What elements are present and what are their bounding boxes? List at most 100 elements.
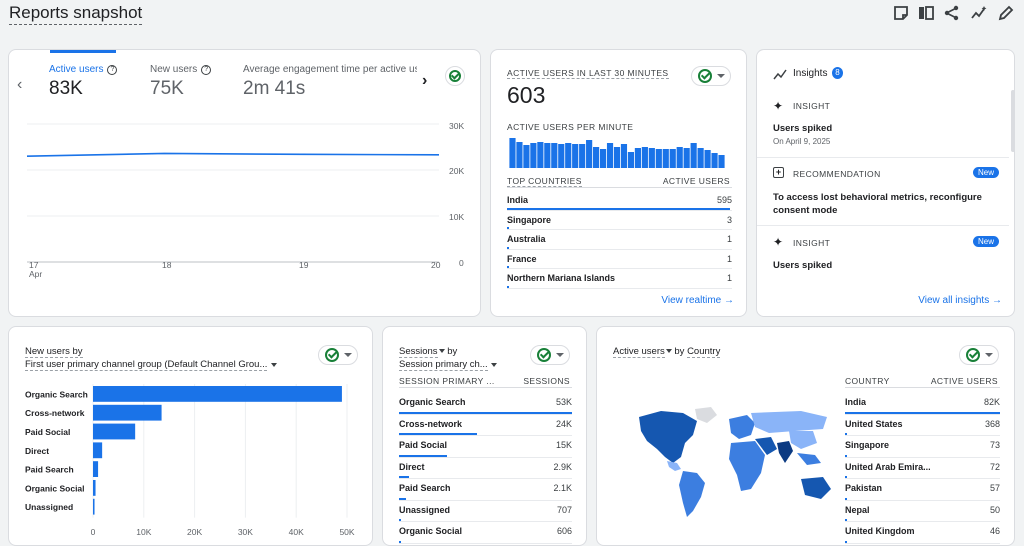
chevron-down-icon bbox=[490, 363, 497, 367]
map-southeast-asia bbox=[797, 453, 821, 465]
minute-bar bbox=[551, 143, 558, 168]
x-tick: 50K bbox=[339, 527, 354, 537]
x-tick: 40K bbox=[289, 527, 304, 537]
category-label: Paid Social bbox=[25, 427, 70, 437]
table-row[interactable]: Singapore 73 bbox=[845, 436, 1000, 458]
trend-icon bbox=[773, 67, 787, 80]
chevron-down-icon bbox=[555, 353, 564, 357]
divider bbox=[845, 387, 1000, 388]
row-value: 1 bbox=[726, 273, 732, 283]
view-all-insights-link[interactable]: View all insights → bbox=[918, 295, 1002, 306]
minute-bar bbox=[641, 147, 648, 168]
sparkle-icon: ✦ bbox=[773, 99, 784, 113]
channel-bar[interactable] bbox=[93, 498, 95, 515]
row-label: France bbox=[507, 253, 537, 264]
minute-bar bbox=[523, 145, 530, 168]
row-value: 15K bbox=[555, 440, 572, 450]
row-divider bbox=[845, 542, 1000, 544]
active-users-line bbox=[26, 152, 440, 157]
table-row[interactable]: Paid Social 15K bbox=[399, 436, 572, 458]
table-row[interactable]: France 1 bbox=[507, 250, 732, 269]
x-tick: 20K bbox=[187, 527, 202, 537]
metric-name[interactable]: Sessions bbox=[399, 346, 438, 358]
table-row[interactable]: Paid Search 2.1K bbox=[399, 479, 572, 501]
minute-bar bbox=[718, 155, 725, 168]
x-tick: 30K bbox=[238, 527, 253, 537]
check-icon bbox=[536, 348, 551, 362]
table-row[interactable]: Australia 1 bbox=[507, 230, 732, 250]
insight-item[interactable]: ✦ INSIGHT New Users spiked bbox=[757, 226, 1009, 276]
channel-bar[interactable] bbox=[93, 423, 136, 440]
insights-sparkle-icon[interactable] bbox=[970, 4, 988, 22]
title-by: by bbox=[444, 346, 458, 357]
table-row[interactable]: United Kingdom 46 bbox=[845, 522, 1000, 544]
table-row[interactable]: Singapore 3 bbox=[507, 211, 732, 230]
table-row[interactable]: Nepal 50 bbox=[845, 501, 1000, 522]
table-row[interactable]: Cross-network 24K bbox=[399, 415, 572, 436]
map-south-america bbox=[679, 471, 705, 517]
channel-bar[interactable] bbox=[93, 442, 103, 459]
row-value: 707 bbox=[556, 504, 572, 515]
minute-bar bbox=[683, 148, 690, 168]
table-row[interactable]: Northern Mariana Islands 1 bbox=[507, 269, 732, 289]
table-row[interactable]: Unassigned 707 bbox=[399, 501, 572, 522]
x-tick: 10K bbox=[136, 527, 151, 537]
category-label: Paid Search bbox=[25, 465, 74, 475]
divider bbox=[399, 387, 572, 388]
plus-box-icon: + bbox=[773, 167, 784, 178]
chevron-down-icon bbox=[984, 353, 993, 357]
table-row[interactable]: India 82K bbox=[845, 393, 1000, 415]
recommendation-item[interactable]: + RECOMMENDATION New To access lost beha… bbox=[757, 158, 1009, 226]
realtime-value: 603 bbox=[507, 82, 546, 108]
minute-bar bbox=[516, 142, 523, 168]
new-badge: New bbox=[973, 236, 1000, 247]
share-icon[interactable] bbox=[943, 4, 961, 22]
view-all-insights-label: View all insights bbox=[918, 295, 990, 306]
dimension-name[interactable]: Country bbox=[687, 346, 721, 358]
table-row[interactable]: Direct 2.9K bbox=[399, 458, 572, 479]
table-row[interactable]: India 595 bbox=[507, 191, 732, 211]
arrow-right-icon: → bbox=[724, 295, 734, 306]
map-australia bbox=[801, 477, 831, 499]
row-label: Australia bbox=[507, 234, 546, 244]
table-row[interactable]: United States 368 bbox=[845, 415, 1000, 436]
table-row[interactable]: Organic Search 53K bbox=[399, 393, 572, 415]
col-header-country: TOP COUNTRIES bbox=[507, 176, 582, 187]
note-icon[interactable] bbox=[892, 4, 910, 22]
per-minute-label: ACTIVE USERS PER MINUTE bbox=[507, 122, 634, 132]
map-europe bbox=[729, 415, 755, 439]
y-tick: 0 bbox=[459, 258, 464, 268]
row-value: 46 bbox=[989, 526, 1000, 536]
row-divider bbox=[507, 287, 732, 289]
channel-bar[interactable] bbox=[93, 404, 162, 421]
channel-bar[interactable] bbox=[93, 461, 99, 477]
compare-icon[interactable] bbox=[917, 4, 935, 22]
minute-bar bbox=[579, 144, 586, 168]
minute-bar bbox=[648, 148, 655, 168]
minute-bar bbox=[697, 148, 704, 168]
insights-card: Insights 8 ✦ INSIGHT Users spiked On Apr… bbox=[756, 49, 1015, 317]
table-row[interactable]: United Arab Emira... 72 bbox=[845, 458, 1000, 479]
row-divider bbox=[399, 542, 572, 544]
scrollbar[interactable] bbox=[1011, 90, 1014, 152]
table-row[interactable]: Organic Social 606 bbox=[399, 522, 572, 544]
insight-item[interactable]: ✦ INSIGHT Users spiked On April 9, 2025 bbox=[757, 86, 1009, 158]
sparkle-icon: ✦ bbox=[773, 235, 784, 249]
y-tick: 20K bbox=[449, 166, 465, 176]
row-label: Organic Social bbox=[399, 526, 463, 536]
metric-name[interactable]: Active users bbox=[613, 346, 665, 358]
channel-bar[interactable] bbox=[93, 480, 96, 496]
edit-pencil-icon[interactable] bbox=[997, 4, 1015, 22]
minute-bar bbox=[586, 140, 593, 168]
compare-dropdown[interactable] bbox=[959, 345, 999, 365]
view-realtime-link[interactable]: View realtime → bbox=[661, 295, 734, 306]
compare-dropdown[interactable] bbox=[691, 66, 731, 86]
compare-dropdown[interactable] bbox=[530, 345, 570, 365]
dimension-dropdown[interactable]: Session primary ch... bbox=[399, 359, 497, 371]
row-value: 3 bbox=[726, 214, 732, 225]
title-by: by bbox=[671, 346, 688, 357]
table-row[interactable]: Pakistan 57 bbox=[845, 479, 1000, 501]
minute-bar bbox=[572, 144, 579, 168]
channel-bar[interactable] bbox=[93, 386, 342, 402]
minute-bar bbox=[690, 143, 697, 168]
